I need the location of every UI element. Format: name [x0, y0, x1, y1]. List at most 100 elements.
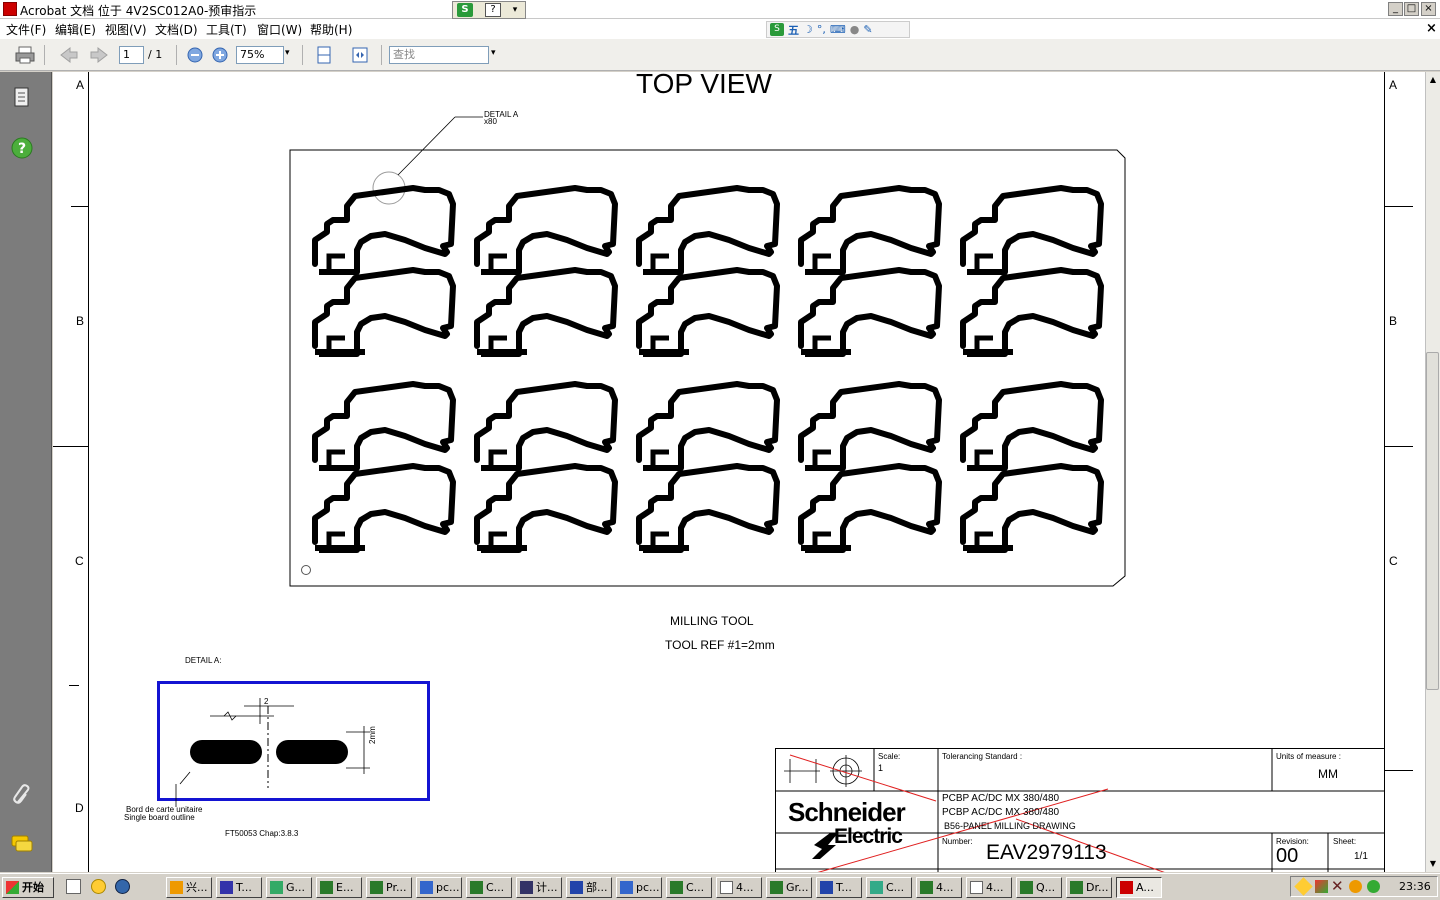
pages-icon[interactable]: [13, 86, 31, 108]
clock[interactable]: 23:36: [1399, 880, 1431, 893]
print-icon[interactable]: [14, 45, 36, 65]
ime-logo-icon[interactable]: S: [770, 23, 784, 36]
fit-page-icon[interactable]: [313, 45, 335, 65]
page-number-input[interactable]: 1: [119, 46, 144, 64]
app-icon: [620, 881, 633, 894]
title-bar: Acrobat 文档 位于 4V2SC012A0-预审指示 S ? ▾ _ □ …: [0, 0, 1440, 19]
user-icon[interactable]: ●: [850, 23, 860, 36]
tolerancing-label: Tolerancing Standard :: [942, 752, 1023, 761]
menu-edit[interactable]: 编辑(E): [55, 21, 96, 38]
task-button[interactable]: Q...: [1016, 877, 1062, 898]
app-icon: [220, 881, 233, 894]
drawing-number: EAV2979113: [986, 841, 1107, 864]
document-close-icon[interactable]: ×: [1426, 21, 1437, 36]
quicklaunch-clock-icon[interactable]: [91, 879, 106, 894]
description-line2: PCBP AC/DC MX 380/480: [942, 807, 1060, 818]
task-button[interactable]: 4...: [716, 877, 762, 898]
tray-app-icon[interactable]: [1315, 880, 1328, 893]
keyboard-icon[interactable]: ⌨: [830, 23, 846, 36]
tray-pencil-icon[interactable]: [1294, 877, 1313, 896]
search-dropdown-icon[interactable]: ▾: [491, 48, 496, 58]
windows-logo-icon: [6, 881, 19, 894]
app-icon: [270, 881, 283, 894]
ime-mode[interactable]: 五: [788, 22, 799, 38]
task-button[interactable]: G...: [266, 877, 312, 898]
number-label: Number:: [942, 837, 973, 846]
description-line1: PCBP AC/DC MX 380/480: [942, 793, 1060, 804]
document-viewport[interactable]: A B C D A B C TOP VIEW DETAIL A x80 MILL…: [53, 72, 1425, 872]
dropdown-arrow-icon[interactable]: ▾: [509, 3, 521, 17]
minimize-button[interactable]: _: [1388, 2, 1403, 16]
excel-icon: [1020, 881, 1033, 894]
sheet-label: Sheet:: [1333, 837, 1357, 846]
word-icon: [820, 881, 833, 894]
help-icon[interactable]: ?: [485, 3, 501, 17]
task-button[interactable]: 4...: [966, 877, 1012, 898]
task-button[interactable]: T...: [816, 877, 862, 898]
menu-help[interactable]: 帮助(H): [310, 21, 352, 38]
start-button[interactable]: 开始: [2, 877, 54, 898]
punctuation-icon[interactable]: °,: [817, 23, 826, 36]
task-button[interactable]: 计...: [516, 877, 562, 898]
page-total: / 1: [148, 48, 163, 61]
acrobat-icon: [1120, 881, 1133, 894]
tray-security-icon[interactable]: [1349, 880, 1362, 893]
wrench-icon[interactable]: ✎: [863, 23, 872, 36]
task-button[interactable]: C...: [466, 877, 512, 898]
units-value: MM: [1318, 767, 1338, 781]
acrobat-app-icon[interactable]: [3, 2, 17, 16]
task-button[interactable]: E...: [316, 877, 362, 898]
task-button[interactable]: Dr...: [1066, 877, 1112, 898]
quicklaunch-browser-icon[interactable]: [115, 879, 130, 894]
zoom-level-input[interactable]: 75%: [236, 46, 284, 64]
detail-label: DETAIL A:: [185, 656, 222, 665]
excel-icon: [770, 881, 783, 894]
scroll-up-icon[interactable]: ▲: [1426, 72, 1440, 87]
revision-value: 00: [1276, 845, 1299, 867]
task-button-acrobat-active[interactable]: A...: [1116, 877, 1162, 898]
ime-toolbar: S 五 ☽ °, ⌨ ● ✎: [766, 21, 910, 38]
attachment-icon[interactable]: [11, 784, 33, 808]
menu-window[interactable]: 窗口(W): [257, 21, 302, 38]
excel-icon: [320, 881, 333, 894]
detail-dimension-side: 2mm: [368, 726, 377, 744]
task-button[interactable]: Gr...: [766, 877, 812, 898]
moon-icon[interactable]: ☽: [803, 23, 813, 36]
task-button[interactable]: pc...: [616, 877, 662, 898]
scrollbar-thumb[interactable]: [1426, 352, 1439, 690]
task-button[interactable]: 4...: [916, 877, 962, 898]
task-button[interactable]: C...: [666, 877, 712, 898]
menu-file[interactable]: 文件(F): [6, 21, 46, 38]
task-button[interactable]: Pr...: [366, 877, 412, 898]
menu-view[interactable]: 视图(V): [105, 21, 147, 38]
task-button[interactable]: C...: [866, 877, 912, 898]
zoom-out-icon[interactable]: [184, 45, 206, 65]
scroll-down-icon[interactable]: ▼: [1426, 856, 1440, 871]
show-desktop-icon[interactable]: [66, 879, 81, 894]
restore-button[interactable]: □: [1404, 2, 1419, 16]
task-button[interactable]: 兴...: [166, 877, 212, 898]
company-logo-line2: Electric: [834, 825, 903, 848]
word-icon: [570, 881, 583, 894]
menu-tools[interactable]: 工具(T): [206, 21, 247, 38]
fit-width-icon[interactable]: [349, 45, 371, 65]
s-icon[interactable]: S: [457, 3, 473, 17]
tray-x-icon[interactable]: ✕: [1331, 877, 1344, 895]
task-button[interactable]: 部...: [566, 877, 612, 898]
detail-a-highlight-box: 2 2mm: [157, 681, 430, 801]
tray-network-icon[interactable]: [1367, 880, 1380, 893]
zoom-in-icon[interactable]: [209, 45, 231, 65]
task-button[interactable]: T...: [216, 877, 262, 898]
close-button[interactable]: ×: [1421, 2, 1436, 16]
svg-text:?: ?: [18, 141, 26, 157]
company-logo-line1: Schneider: [788, 797, 906, 827]
previous-page-icon[interactable]: [58, 45, 80, 65]
zoom-dropdown-icon[interactable]: ▾: [285, 48, 290, 58]
comments-icon[interactable]: [10, 834, 34, 854]
search-input[interactable]: 查找: [389, 46, 489, 64]
task-button[interactable]: pc...: [416, 877, 462, 898]
help-question-icon[interactable]: ?: [11, 137, 33, 159]
excel-icon: [670, 881, 683, 894]
next-page-icon[interactable]: [88, 45, 110, 65]
menu-document[interactable]: 文档(D): [155, 21, 198, 38]
